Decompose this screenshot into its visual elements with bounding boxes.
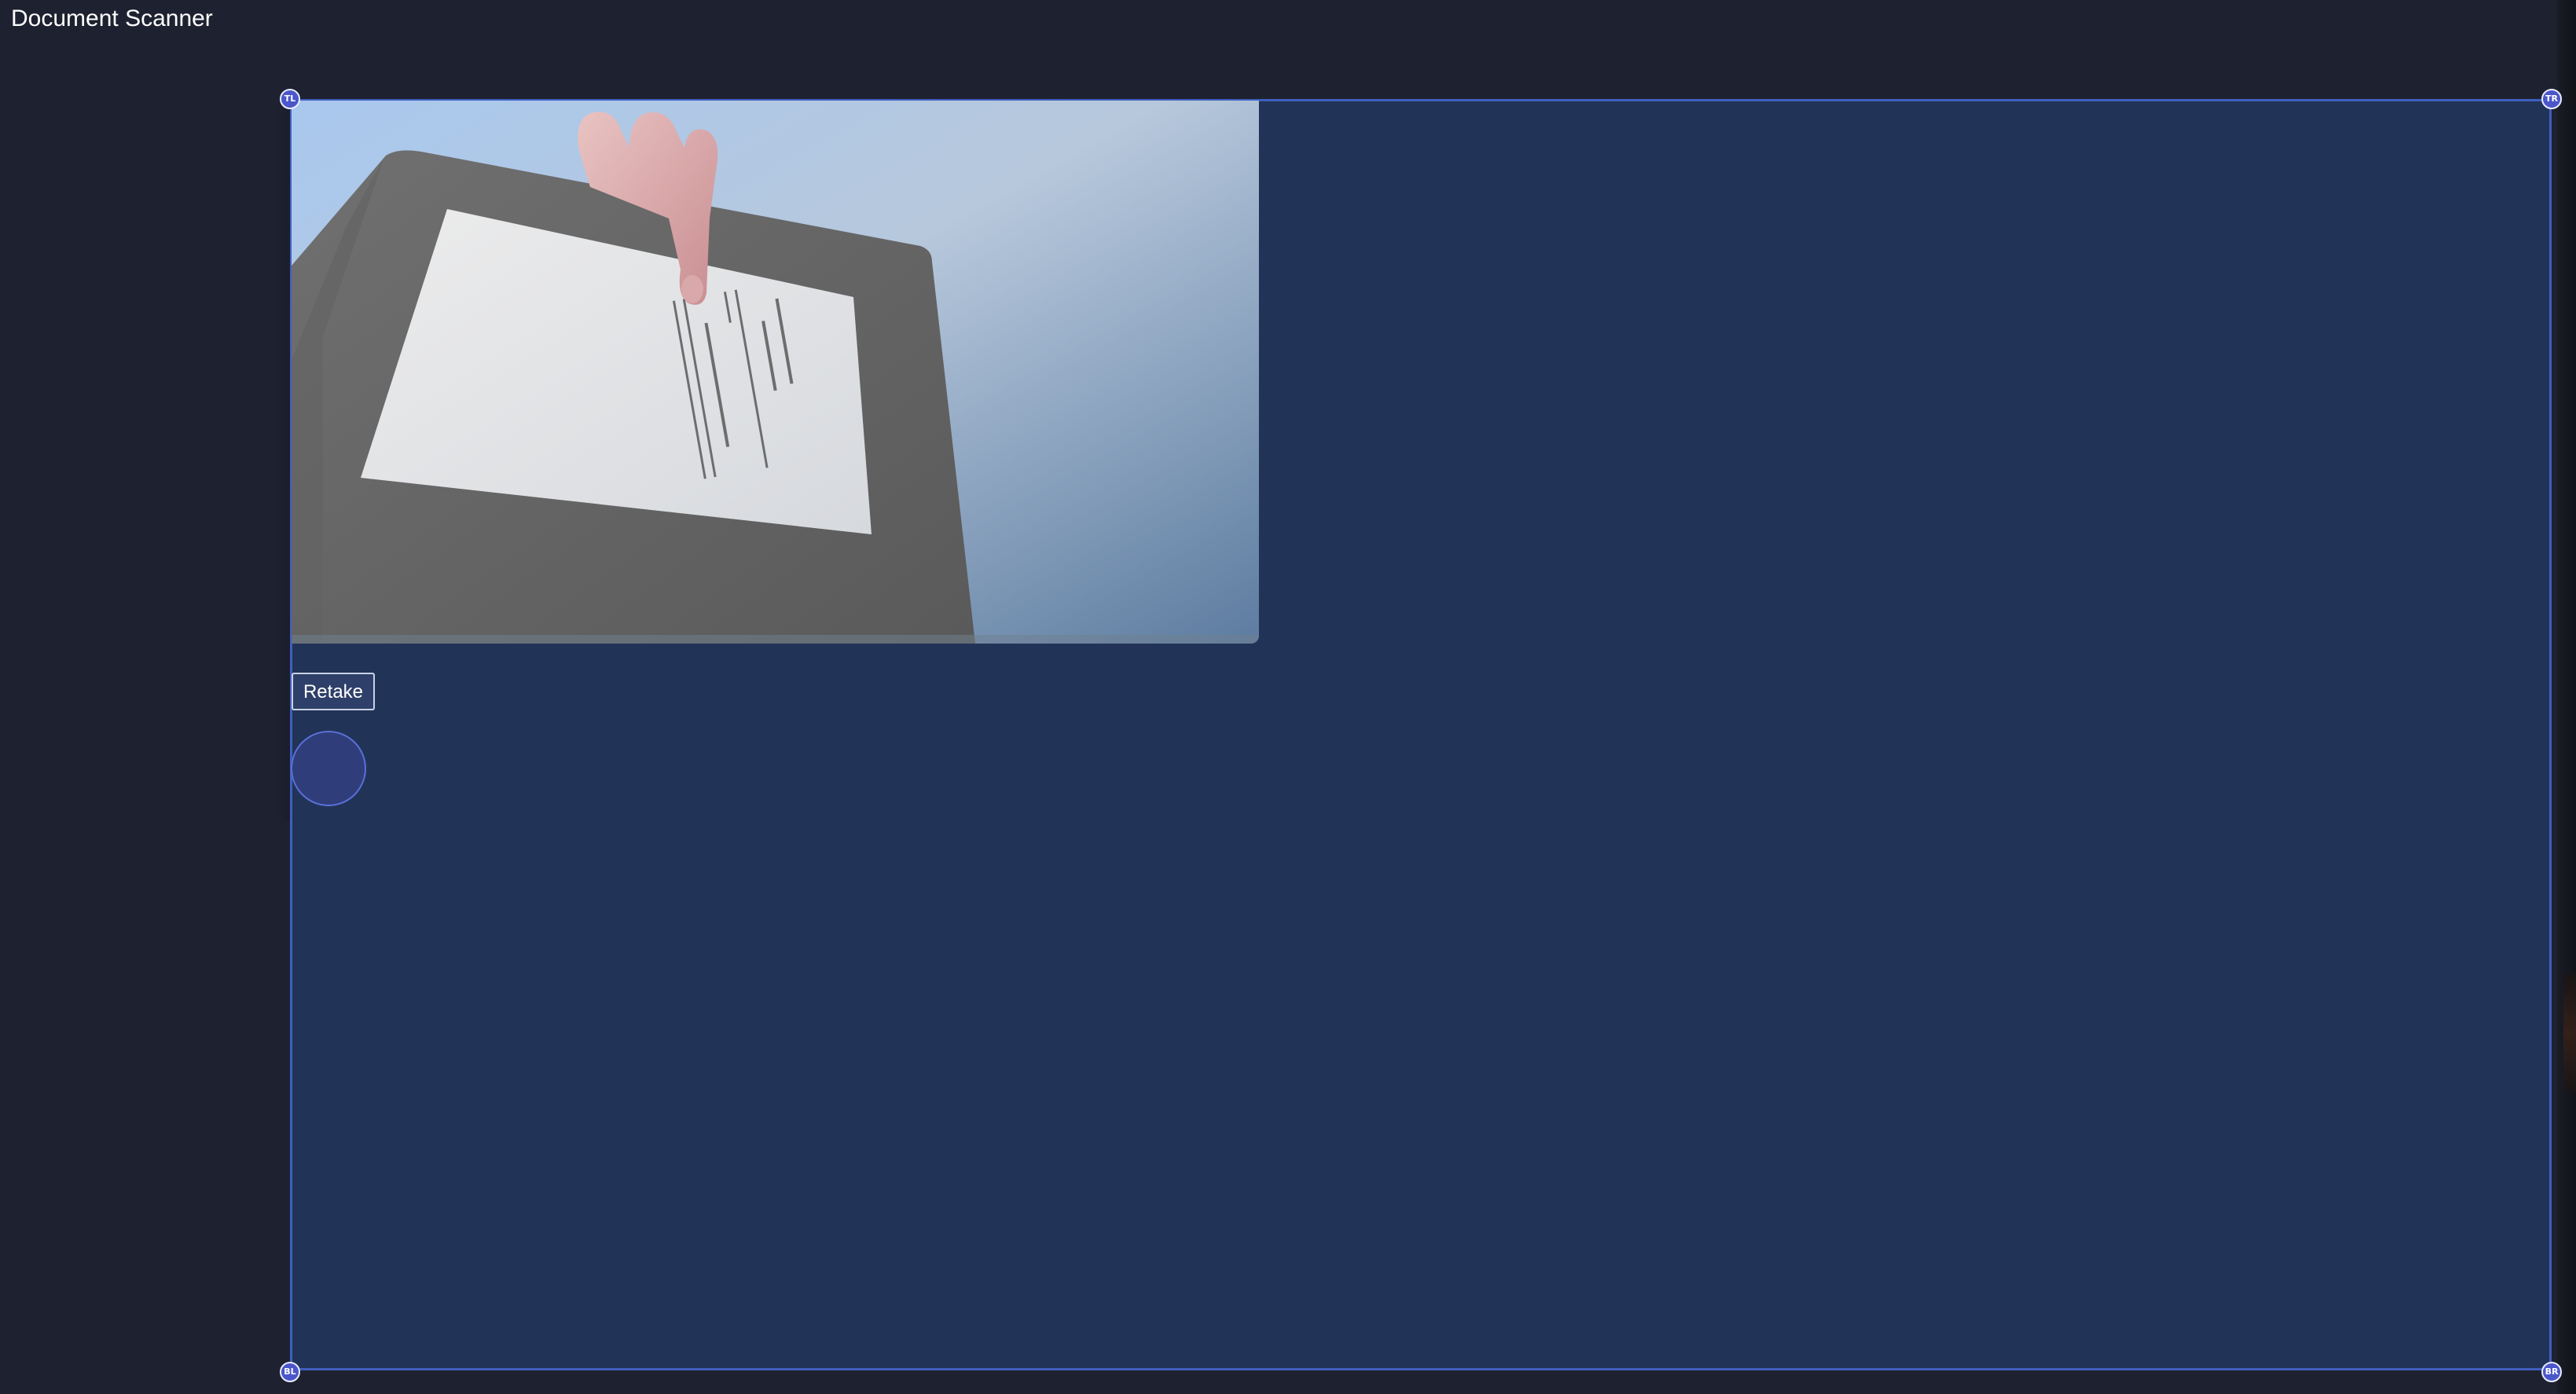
camera-preview-image: [292, 101, 1259, 644]
crop-handle-top-left[interactable]: TL: [280, 89, 300, 109]
crop-handle-bottom-left[interactable]: BL: [280, 1362, 300, 1382]
window-edge-accent: [2563, 974, 2576, 1092]
crop-handle-bottom-right[interactable]: BR: [2541, 1362, 2562, 1382]
retake-button[interactable]: Retake: [292, 673, 375, 710]
window-edge: [2557, 0, 2576, 1394]
crop-handle-top-right[interactable]: TR: [2541, 89, 2562, 109]
capture-shutter-icon[interactable]: [291, 731, 366, 806]
panel-shadow: [277, 102, 291, 820]
app-title: Document Scanner: [11, 6, 213, 31]
